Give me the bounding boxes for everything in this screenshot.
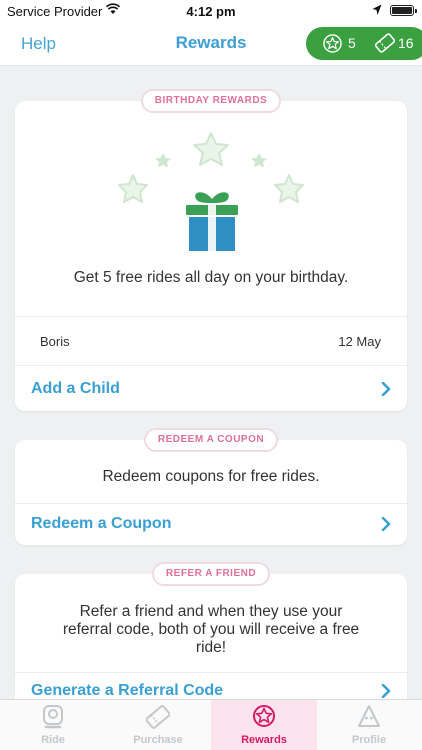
location-arrow-icon bbox=[372, 4, 382, 15]
refer-description: Refer a friend and when they use your re… bbox=[62, 603, 360, 656]
generate-referral-button[interactable]: Generate a Referral Code bbox=[15, 673, 407, 699]
tab-ride[interactable]: Ride bbox=[0, 700, 106, 750]
stars-count: 5 bbox=[348, 35, 356, 51]
tab-purchase-label: Purchase bbox=[133, 734, 183, 746]
refer-friend-pill: REFER A FRIEND bbox=[151, 562, 271, 586]
rewards-content[interactable]: BIRTHDAY REWARDS Get 5 free rides all da… bbox=[0, 66, 422, 699]
coupon-description: Redeem coupons for free rides. bbox=[102, 468, 320, 485]
tab-rewards-label: Rewards bbox=[241, 734, 287, 746]
ride-icon bbox=[43, 705, 63, 729]
ticket-icon bbox=[374, 33, 396, 53]
rewards-balance-badge[interactable]: 5 16 bbox=[306, 27, 422, 60]
status-bar: Service Provider 4:12 pm bbox=[0, 0, 422, 22]
tab-rewards[interactable]: Rewards bbox=[211, 700, 317, 750]
redeem-coupon-pill: REDEEM A COUPON bbox=[143, 428, 279, 452]
tab-purchase[interactable]: Purchase bbox=[105, 700, 211, 750]
star-icon bbox=[253, 705, 275, 727]
tickets-count: 16 bbox=[398, 35, 414, 51]
ticket-icon bbox=[146, 705, 170, 729]
birthday-rewards-pill: BIRTHDAY REWARDS bbox=[140, 89, 282, 113]
generate-referral-label: Generate a Referral Code bbox=[31, 682, 224, 699]
battery-icon bbox=[390, 5, 417, 16]
tab-profile-label: Profile bbox=[351, 734, 387, 746]
refer-friend-card: REFER A FRIEND Refer a friend and when t… bbox=[15, 562, 407, 699]
profile-icon bbox=[358, 705, 380, 727]
child-name: Boris bbox=[40, 334, 70, 349]
redeem-coupon-label: Redeem a Coupon bbox=[31, 515, 172, 532]
redeem-coupon-card: REDEEM A COUPON Redeem coupons for free … bbox=[15, 428, 407, 545]
chevron-right-icon bbox=[381, 684, 391, 698]
child-birthday: 12 May bbox=[338, 334, 381, 349]
chevron-right-icon bbox=[381, 382, 391, 396]
nav-bar: Help Rewards 5 16 bbox=[0, 22, 422, 66]
star-icon bbox=[323, 34, 342, 53]
gift-icon bbox=[186, 192, 238, 251]
birthday-rewards-card: BIRTHDAY REWARDS Get 5 free rides all da… bbox=[15, 89, 407, 411]
tab-bar: Ride Purchase Rewards Profile bbox=[0, 699, 422, 750]
tab-ride-label: Ride bbox=[41, 734, 65, 746]
redeem-coupon-button[interactable]: Redeem a Coupon bbox=[15, 504, 407, 545]
add-child-label: Add a Child bbox=[31, 380, 120, 397]
chevron-right-icon bbox=[381, 517, 391, 531]
add-child-button[interactable]: Add a Child bbox=[15, 366, 407, 411]
child-row[interactable]: Boris 12 May bbox=[15, 317, 407, 365]
birthday-description: Get 5 free rides all day on your birthda… bbox=[73, 269, 349, 286]
tab-profile[interactable]: Profile bbox=[316, 700, 422, 750]
status-time: 4:12 pm bbox=[186, 4, 236, 19]
